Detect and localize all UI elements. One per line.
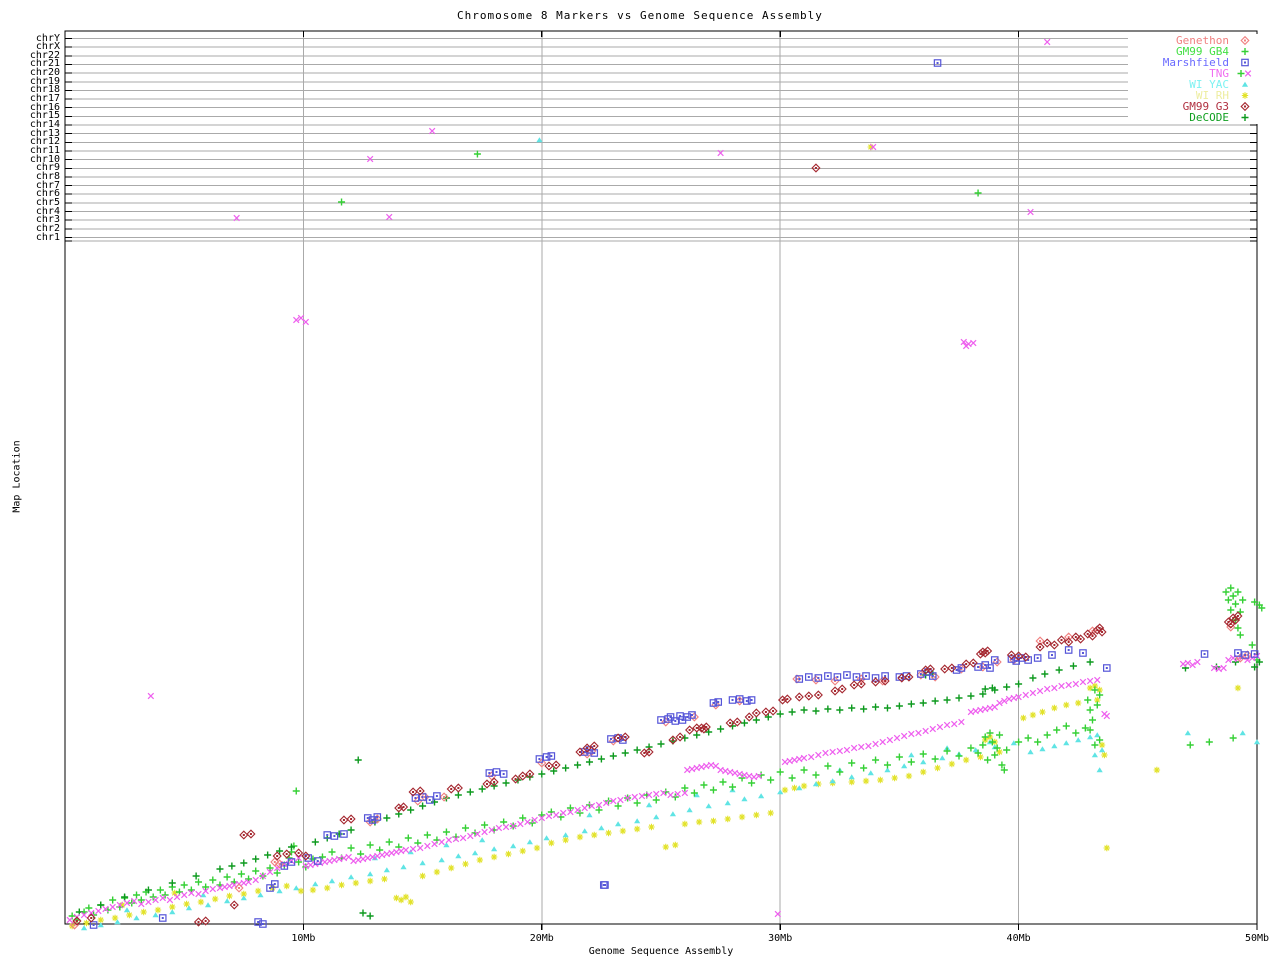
x-tick-label-50Mb: 50Mb <box>1233 933 1280 944</box>
series-marshfield <box>90 60 1257 928</box>
gm99_gb4-legend-symbol-icon <box>1229 46 1259 57</box>
chart-root: Chromosome 8 Markers vs Genome Sequence … <box>0 0 1280 960</box>
series-gm99-gb4 <box>69 151 1266 924</box>
gm99_g3-legend-symbol-icon <box>1229 101 1259 112</box>
wi_rh-legend-symbol-icon <box>1229 90 1259 101</box>
plot-area <box>0 0 1280 960</box>
x-tick-label-20Mb: 20Mb <box>518 933 566 944</box>
legend-label: DeCODE <box>1189 112 1229 123</box>
tng-legend-symbol-icon <box>1229 68 1259 79</box>
series-wi-yac <box>81 137 1260 930</box>
x-tick-label-10Mb: 10Mb <box>279 933 327 944</box>
genethon-legend-symbol-icon <box>1229 35 1259 46</box>
x-tick-label-40Mb: 40Mb <box>995 933 1043 944</box>
series-tng <box>67 39 1260 923</box>
wi_yac-legend-symbol-icon <box>1229 79 1259 90</box>
series-decode <box>76 659 1263 920</box>
legend-item-wi_yac: WI YAC <box>1128 79 1259 90</box>
legend-item-decode: DeCODE <box>1128 112 1259 123</box>
legend-item-marshfield: Marshfield <box>1128 57 1259 68</box>
chr-label-chr1: chr1 <box>0 233 60 243</box>
decode-legend-symbol-icon <box>1229 112 1259 123</box>
x-tick-label-30Mb: 30Mb <box>756 933 804 944</box>
series-wi-rh <box>69 144 1241 929</box>
legend: GenethonGM99 GB4MarshfieldTNGWI YACWI RH… <box>1128 34 1259 124</box>
series-gm99-g3 <box>73 164 1242 926</box>
data-points <box>67 39 1265 930</box>
marshfield-legend-symbol-icon <box>1229 57 1259 68</box>
